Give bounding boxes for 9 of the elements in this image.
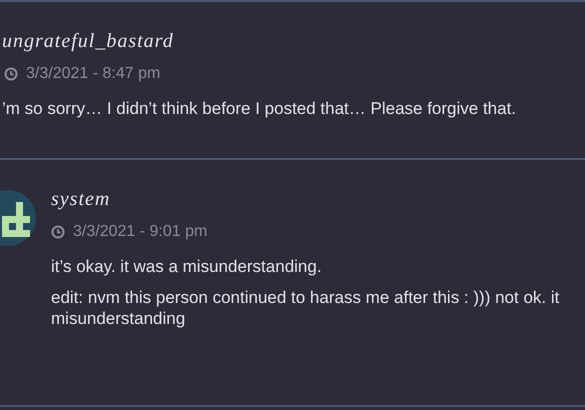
post-timestamp: 3/3/2021 - 9:01 pm — [73, 222, 208, 242]
post-timestamp: 3/3/2021 - 8:47 pm — [26, 64, 160, 84]
author-name: ungrateful_bastard — [2, 29, 175, 54]
message-text: edit: nvm this person continued to harass me after this : ))) not ok. it misunderstanding — [51, 287, 560, 329]
message-text: it’s okay. it was a misunderstanding. — [51, 256, 323, 277]
clock-icon — [4, 67, 18, 81]
clock-icon — [51, 225, 65, 239]
message-text: ’m so sorry… I didn’t think before I posted that… Please forgive that. — [2, 98, 516, 119]
author-name: system — [51, 187, 112, 212]
